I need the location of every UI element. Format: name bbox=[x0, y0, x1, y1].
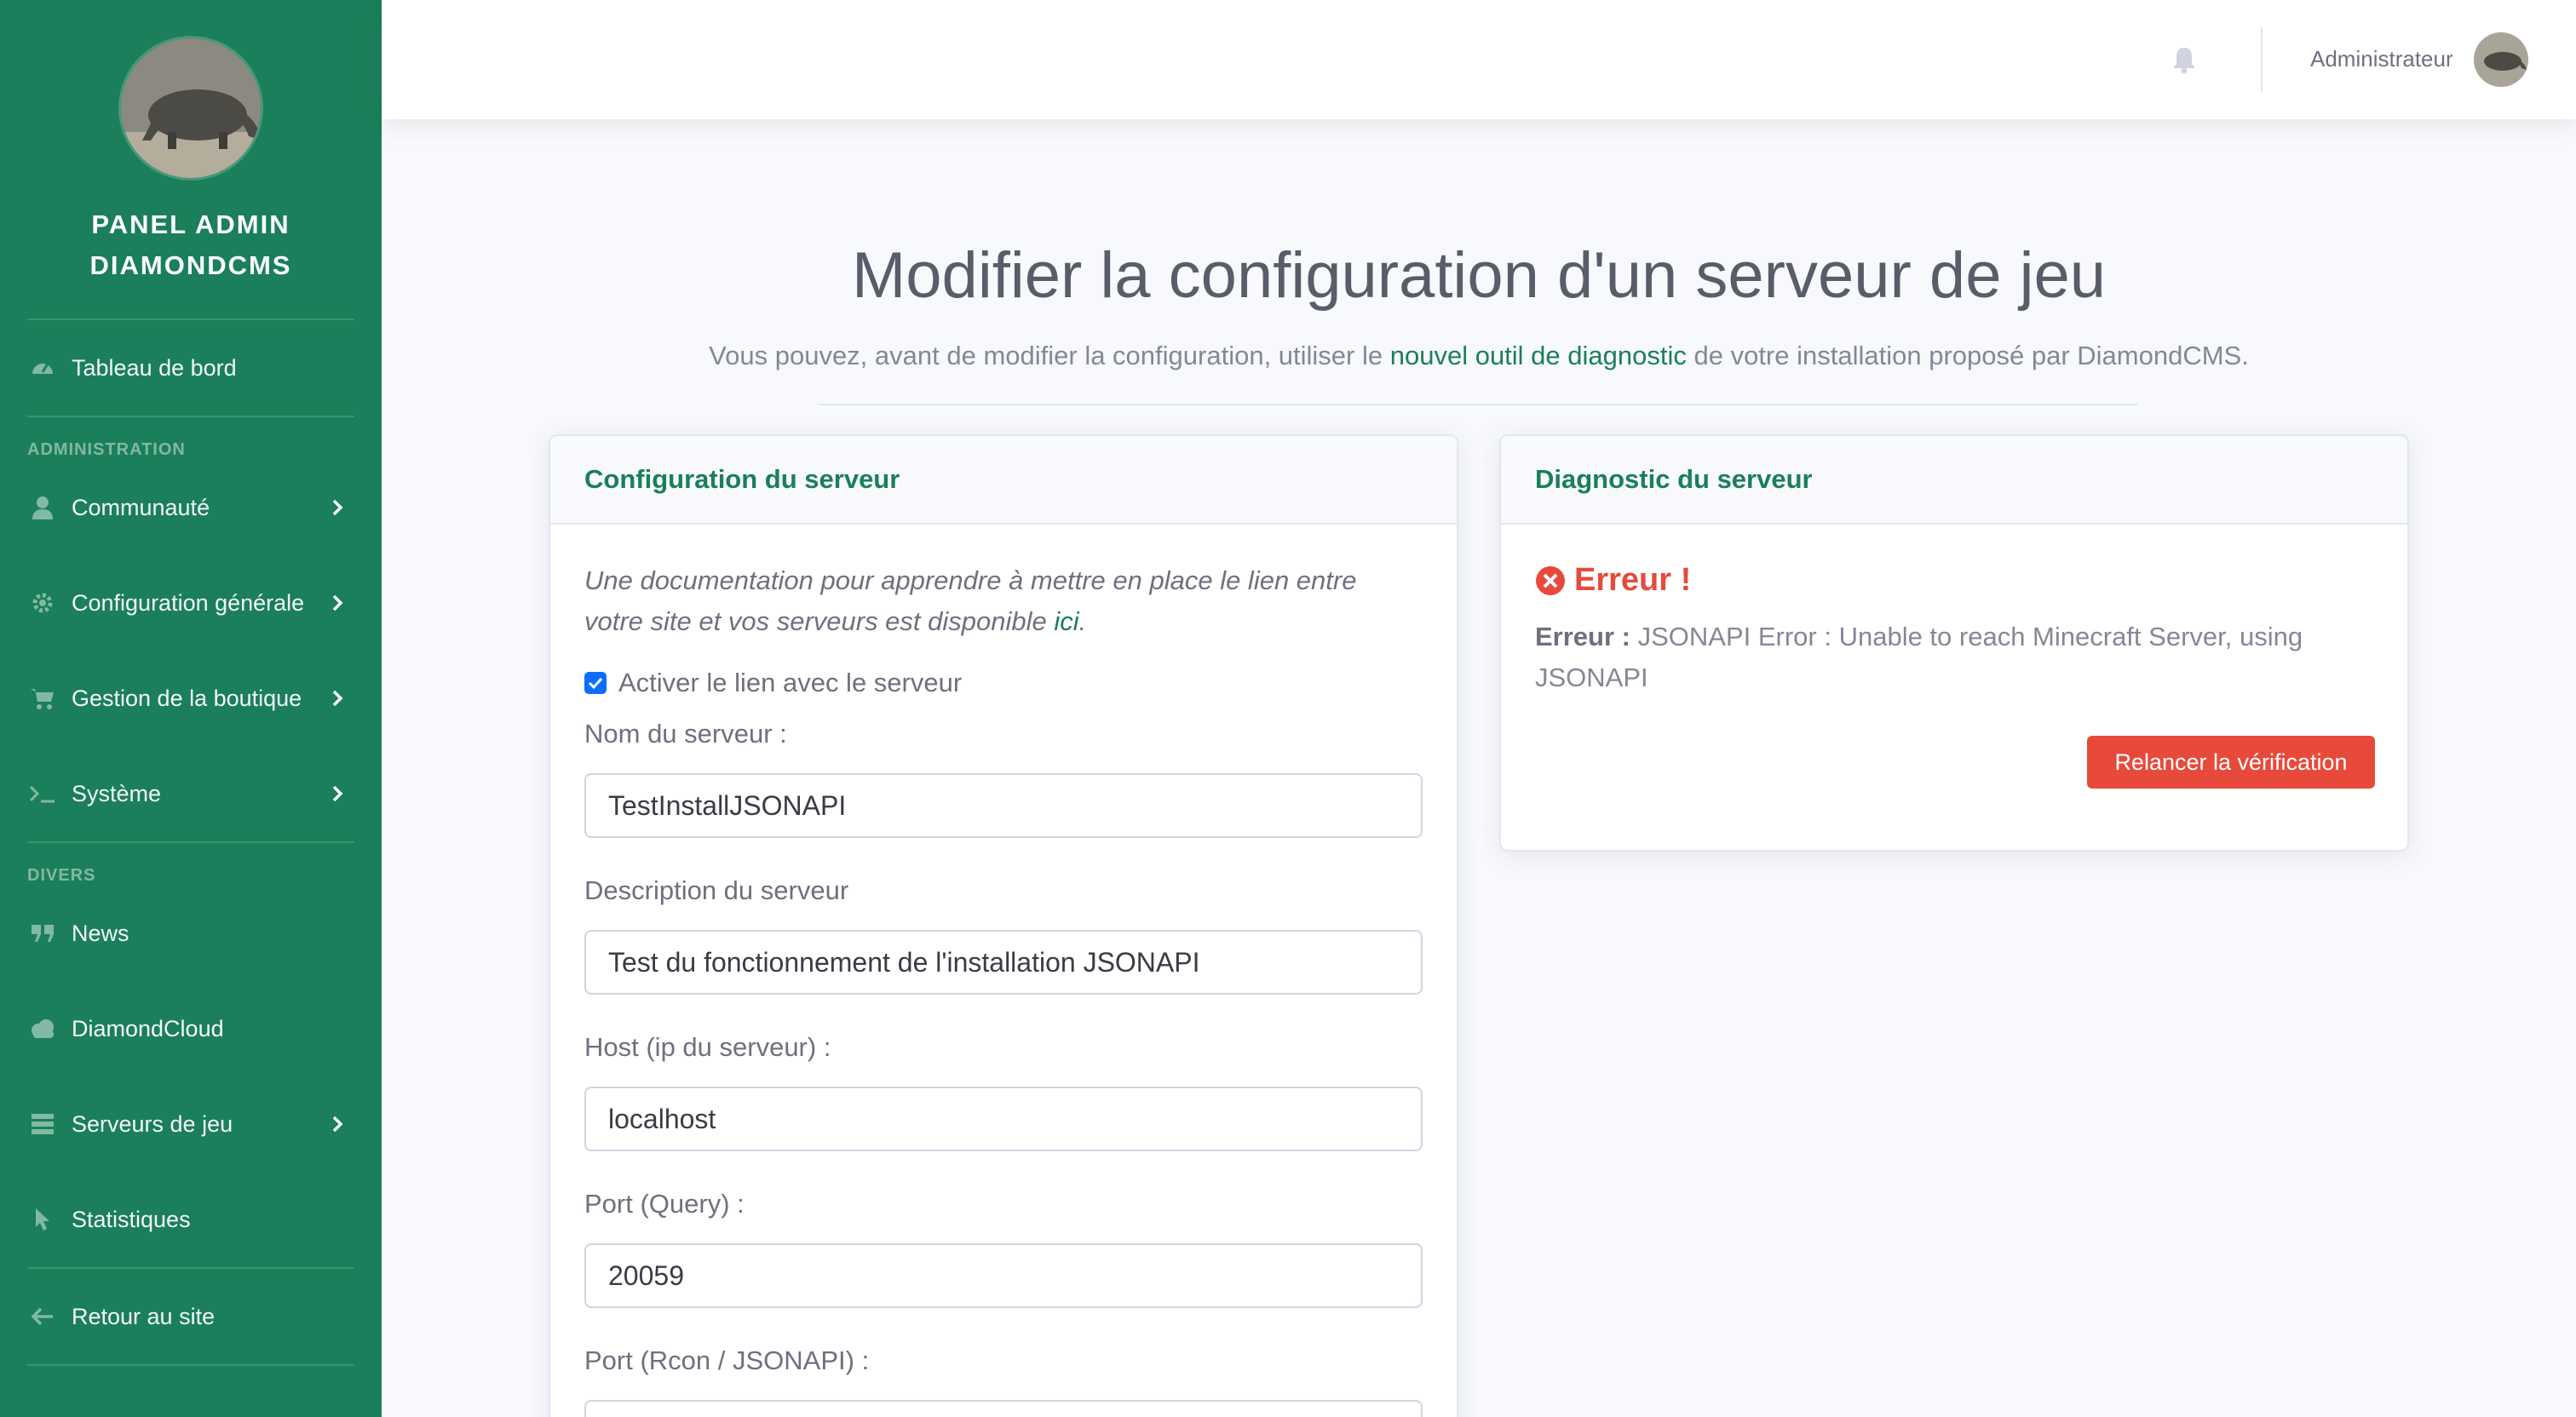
sidebar-item-label: Communauté bbox=[72, 494, 210, 520]
sidebar-item-news[interactable]: News bbox=[0, 886, 382, 981]
sidebar-item-label: Retour au site bbox=[72, 1303, 216, 1329]
doc-text: Une documentation pour apprendre à mettr… bbox=[584, 565, 1357, 636]
server-description-input[interactable]: Test du fonctionnement de l'installation… bbox=[584, 930, 1423, 995]
server-diagnostic-card: Diagnostic du serveur Erreur ! Erreur : … bbox=[1499, 434, 2409, 852]
topbar bbox=[382, 0, 2576, 119]
error-circle-icon bbox=[1535, 565, 1566, 596]
sidebar-item-label: Configuration générale bbox=[72, 589, 305, 616]
gear-icon bbox=[27, 588, 58, 618]
card-title: Diagnostic du serveur bbox=[1501, 436, 2407, 525]
port-query-input[interactable]: 20059 bbox=[584, 1243, 1423, 1308]
sidebar-item-diamondcloud[interactable]: DiamondCloud bbox=[0, 981, 382, 1076]
sidebar-item-label: Gestion de la boutique bbox=[72, 685, 302, 711]
quote-icon bbox=[27, 918, 58, 949]
server-host-input[interactable]: localhost bbox=[584, 1087, 1423, 1151]
documentation-note: Une documentation pour apprendre à mettr… bbox=[584, 560, 1402, 642]
sidebar-item-stats[interactable]: Statistiques bbox=[0, 1172, 382, 1267]
sidebar-item-dashboard[interactable]: Tableau de bord bbox=[0, 320, 382, 416]
error-title: Erreur ! bbox=[1574, 562, 1692, 598]
server-host-label: Host (ip du serveur) : bbox=[584, 1032, 831, 1062]
page-subtitle: Vous pouvez, avant de modifier la config… bbox=[382, 341, 2576, 371]
port-rcon-label: Port (Rcon / JSONAPI) : bbox=[584, 1345, 870, 1375]
brand-title-line1: PANEL ADMIN bbox=[91, 209, 290, 239]
sidebar-item-game-servers[interactable]: Serveurs de jeu bbox=[0, 1076, 382, 1172]
brand-title-line2: DIAMONDCMS bbox=[89, 250, 292, 280]
sidebar-item-system[interactable]: Système bbox=[0, 746, 382, 841]
arrow-left-icon bbox=[27, 1301, 58, 1332]
server-description-label: Description du serveur bbox=[584, 875, 849, 905]
sidebar: PANEL ADMIN DIAMONDCMS Tableau de bord A… bbox=[0, 0, 382, 1417]
sidebar-item-shop[interactable]: Gestion de la boutique bbox=[0, 651, 382, 746]
user-icon bbox=[27, 492, 58, 523]
sidebar-divider bbox=[27, 1364, 354, 1366]
terminal-icon bbox=[27, 778, 58, 809]
chevron-right-icon bbox=[322, 778, 353, 809]
port-rcon-input[interactable] bbox=[584, 1400, 1423, 1417]
chevron-right-icon bbox=[322, 683, 353, 714]
page-title: Modifier la configuration d'un serveur d… bbox=[851, 239, 2107, 312]
user-avatar[interactable] bbox=[2474, 32, 2528, 87]
port-query-label: Port (Query) : bbox=[584, 1189, 745, 1219]
cloud-icon bbox=[27, 1013, 58, 1044]
sidebar-brand[interactable]: PANEL ADMIN DIAMONDCMS bbox=[0, 0, 382, 286]
server-name-input[interactable]: TestInstallJSONAPI bbox=[584, 773, 1423, 838]
sidebar-item-label: Statistiques bbox=[72, 1206, 191, 1232]
tachometer-icon bbox=[27, 353, 58, 383]
sidebar-heading-admin: ADMINISTRATION bbox=[27, 440, 186, 459]
doc-text-end: . bbox=[1078, 606, 1087, 636]
card-title: Configuration du serveur bbox=[550, 436, 1457, 525]
topbar-divider bbox=[2261, 27, 2263, 92]
sidebar-heading-misc: DIVERS bbox=[27, 866, 96, 885]
retry-check-button[interactable]: Relancer la vérification bbox=[2087, 736, 2375, 789]
chevron-right-icon bbox=[322, 1109, 353, 1139]
documentation-link[interactable]: ici bbox=[1054, 606, 1078, 636]
subtitle-text: Vous pouvez, avant de modifier la config… bbox=[709, 341, 1390, 370]
chevron-right-icon bbox=[322, 492, 353, 523]
error-message: Erreur : JSONAPI Error : Unable to reach… bbox=[1535, 617, 2387, 698]
diagnostic-tool-link[interactable]: nouvel outil de diagnostic bbox=[1390, 341, 1687, 370]
mouse-pointer-icon bbox=[27, 1204, 58, 1235]
sidebar-item-label: News bbox=[72, 920, 129, 946]
sidebar-item-back[interactable]: Retour au site bbox=[0, 1269, 382, 1364]
shopping-cart-icon bbox=[27, 683, 58, 714]
brand-avatar bbox=[118, 36, 263, 181]
sidebar-item-label: Serveurs de jeu bbox=[72, 1110, 233, 1137]
sidebar-item-community[interactable]: Communauté bbox=[0, 460, 382, 555]
enable-link-label: Activer le lien avec le serveur bbox=[618, 668, 963, 697]
user-name[interactable]: Administrateur bbox=[2310, 46, 2453, 72]
bell-icon[interactable] bbox=[2169, 44, 2199, 75]
sidebar-item-general-config[interactable]: Configuration générale bbox=[0, 555, 382, 651]
subtitle-text: de votre installation proposé par Diamon… bbox=[1686, 341, 2249, 370]
enable-link-checkbox[interactable] bbox=[584, 672, 607, 694]
sidebar-item-label: DiamondCloud bbox=[72, 1015, 224, 1041]
server-config-card: Configuration du serveur Une documentati… bbox=[549, 434, 1458, 1417]
server-icon bbox=[27, 1109, 58, 1139]
error-heading: Erreur ! bbox=[1535, 562, 1691, 599]
enable-link-row: Activer le lien avec le serveur bbox=[584, 668, 962, 698]
server-name-label: Nom du serveur : bbox=[584, 719, 787, 749]
sidebar-item-label: Système bbox=[72, 780, 162, 806]
sidebar-item-label: Tableau de bord bbox=[72, 354, 237, 381]
heading-divider bbox=[819, 404, 2138, 405]
error-label: Erreur : bbox=[1535, 622, 1630, 651]
chevron-right-icon bbox=[322, 588, 353, 618]
error-detail: JSONAPI Error : Unable to reach Minecraf… bbox=[1535, 622, 2303, 692]
